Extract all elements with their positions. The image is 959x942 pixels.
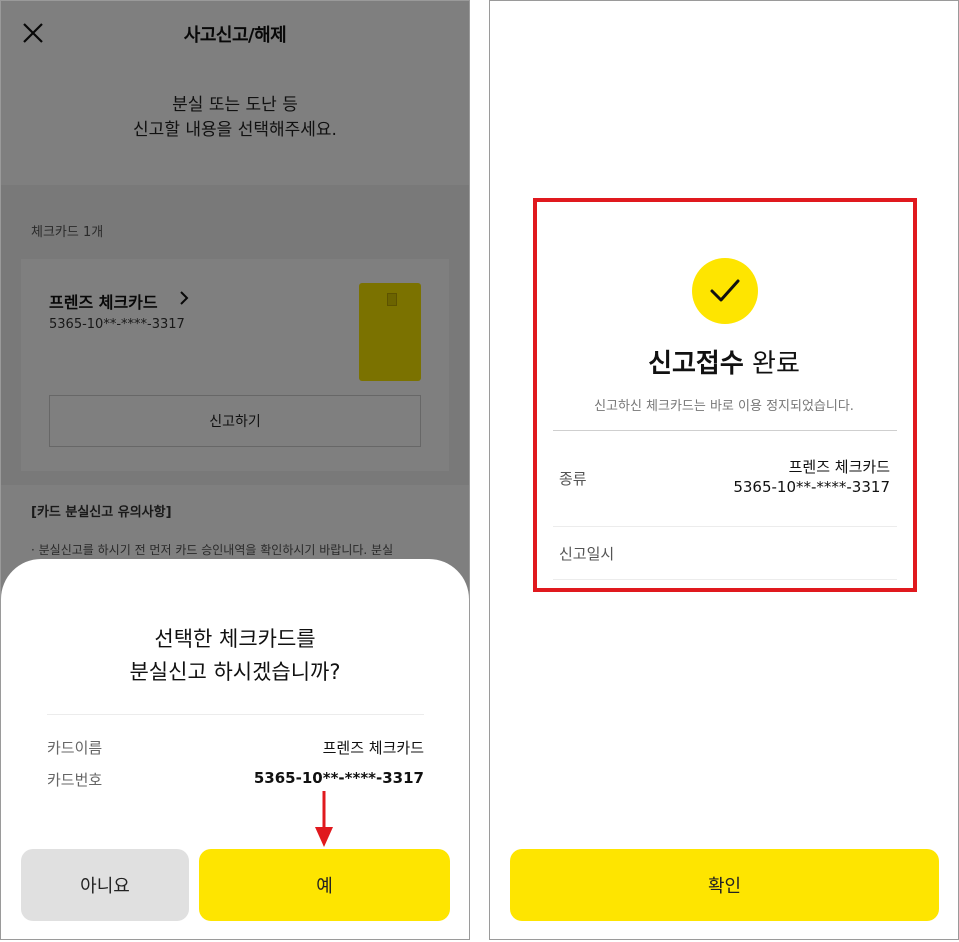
divider xyxy=(553,526,897,527)
check-icon xyxy=(692,258,758,324)
report-date-label: 신고일시 xyxy=(559,545,615,563)
kind-value-name: 프렌즈 체크카드 xyxy=(788,458,890,476)
yes-button[interactable]: 예 xyxy=(199,849,450,921)
result-title: 신고접수 완료 xyxy=(490,343,958,380)
right-screen: 신고접수 완료 신고하신 체크카드는 바로 이용 정지되었습니다. 종류 프렌즈… xyxy=(489,0,959,940)
down-arrow-icon xyxy=(315,791,333,847)
confirm-message-line-2: 분실신고 하시겠습니까? xyxy=(129,660,341,684)
result-title-rest: 완료 xyxy=(752,349,800,379)
confirm-button[interactable]: 확인 xyxy=(510,849,939,921)
card-number-value: 5365-10**-****-3317 xyxy=(253,769,424,787)
kind-label: 종류 xyxy=(559,470,587,488)
card-number-label: 카드번호 xyxy=(47,771,103,789)
left-screen: 사고신고/해제 분실 또는 도난 등 신고할 내용을 선택해주세요. 체크카드 … xyxy=(0,0,470,940)
divider xyxy=(47,714,424,715)
divider xyxy=(553,579,897,580)
result-title-bold: 신고접수 xyxy=(648,349,744,379)
card-name-label: 카드이름 xyxy=(47,739,103,757)
no-button[interactable]: 아니요 xyxy=(21,849,189,921)
card-name-value: 프렌즈 체크카드 xyxy=(322,739,424,757)
divider xyxy=(553,430,897,431)
kind-value: 프렌즈 체크카드 5365-10**-****-3317 xyxy=(733,457,890,497)
result-subtitle: 신고하신 체크카드는 바로 이용 정지되었습니다. xyxy=(594,399,854,414)
confirm-bottom-sheet: 선택한 체크카드를 분실신고 하시겠습니까? 카드이름 프렌즈 체크카드 카드번… xyxy=(1,559,469,939)
confirm-message: 선택한 체크카드를 분실신고 하시겠습니까? xyxy=(1,623,469,689)
confirm-message-line-1: 선택한 체크카드를 xyxy=(154,627,316,651)
kind-value-number: 5365-10**-****-3317 xyxy=(733,478,890,496)
